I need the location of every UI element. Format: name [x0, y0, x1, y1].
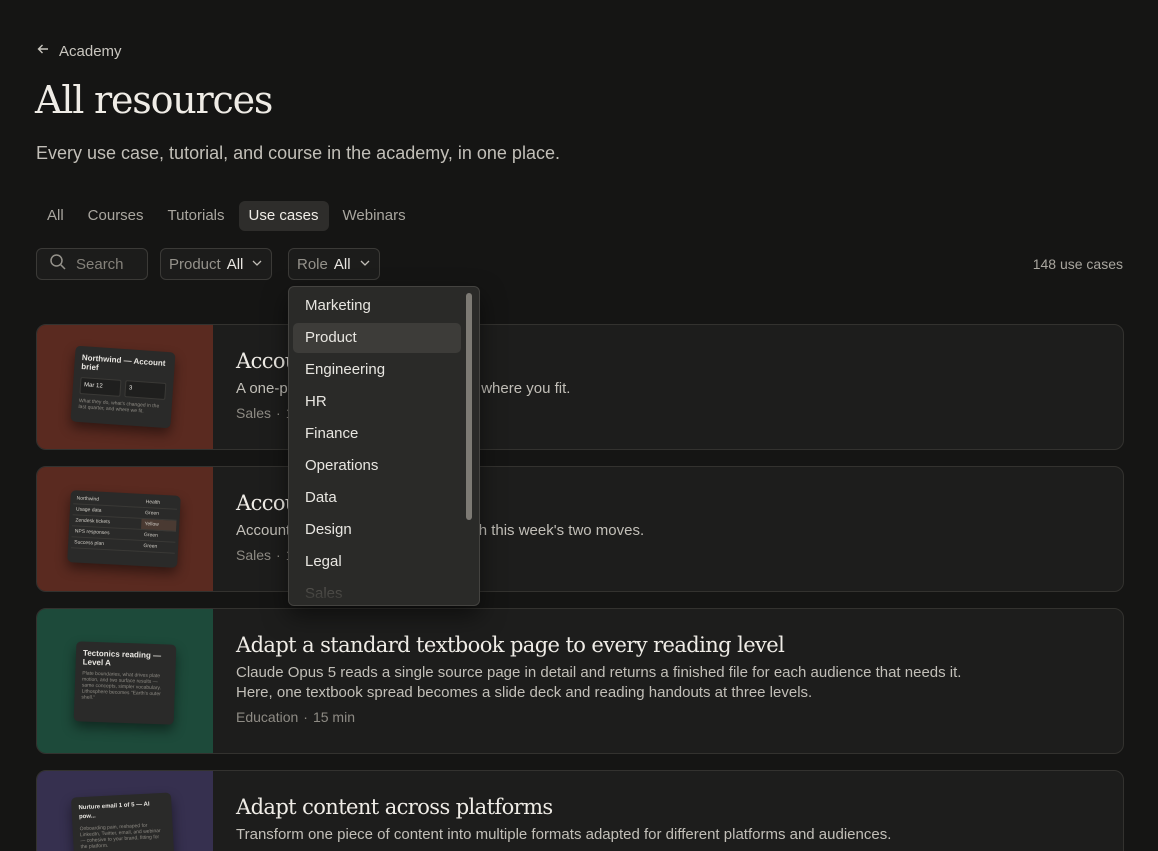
use-case-card[interactable]: Northwind Health Usage data Green Zendesk …	[36, 466, 1124, 592]
thumbnail-preview: Tectonics reading — Level A Plate bounda…	[73, 641, 177, 725]
page-title: All resources	[35, 78, 273, 122]
search-box[interactable]	[36, 248, 148, 280]
back-to-academy-link[interactable]: Academy	[36, 42, 122, 60]
card-title: Adapt content across platforms	[236, 795, 553, 819]
role-filter-value: All	[333, 255, 351, 273]
breadcrumb-label: Academy	[59, 42, 122, 60]
role-option-data[interactable]: Data	[293, 483, 461, 513]
role-dropdown-menu: Marketing Product Engineering HR Finance…	[288, 286, 480, 606]
thumbnail-table-preview: Northwind Health Usage data Green Zendesk …	[67, 490, 181, 568]
search-icon	[49, 253, 67, 276]
role-option-finance[interactable]: Finance	[293, 419, 461, 449]
result-count: 148 use cases	[1032, 256, 1123, 272]
dropdown-scrollbar[interactable]	[466, 293, 472, 520]
role-filter-label: Role	[297, 255, 328, 273]
role-option-operations[interactable]: Operations	[293, 451, 461, 481]
role-option-hr[interactable]: HR	[293, 387, 461, 417]
tab-all[interactable]: All	[37, 201, 74, 231]
tab-use-cases[interactable]: Use cases	[238, 201, 329, 231]
use-case-card[interactable]: Nurture email 1 of 5 — AI pow... Onboard…	[36, 770, 1124, 851]
card-meta: Education · 15 min	[236, 709, 355, 725]
role-option-engineering[interactable]: Engineering	[293, 355, 461, 385]
product-filter-value: All	[226, 255, 244, 273]
role-filter[interactable]: Role All	[288, 248, 380, 280]
card-thumbnail: Northwind — Account brief Mar 12 3 What …	[37, 325, 213, 449]
role-option-design[interactable]: Design	[293, 515, 461, 545]
chevron-down-icon	[249, 256, 263, 273]
thumbnail-preview: Northwind — Account brief Mar 12 3 What …	[70, 345, 176, 429]
thumbnail-preview: Nurture email 1 of 5 — AI pow... Onboard…	[70, 792, 176, 851]
card-description: Transform one piece of content into mult…	[236, 826, 892, 843]
card-title: Adapt a standard textbook page to every …	[236, 633, 785, 657]
role-option-product[interactable]: Product	[293, 323, 461, 353]
arrow-left-icon	[36, 42, 50, 60]
chevron-down-icon	[357, 256, 371, 273]
search-input[interactable]	[76, 255, 136, 273]
product-filter-label: Product	[169, 255, 221, 273]
product-filter[interactable]: Product All	[160, 248, 273, 280]
page-subtitle: Every use case, tutorial, and course in …	[36, 143, 560, 163]
role-option-legal[interactable]: Legal	[293, 547, 461, 577]
tab-tutorials[interactable]: Tutorials	[158, 201, 235, 231]
card-thumbnail: Northwind Health Usage data Green Zendesk …	[37, 467, 213, 591]
role-option-marketing[interactable]: Marketing	[293, 291, 461, 321]
tab-courses[interactable]: Courses	[78, 201, 154, 231]
role-option-sales[interactable]: Sales	[293, 579, 461, 605]
tab-webinars[interactable]: Webinars	[333, 201, 416, 231]
resource-tabs: All Courses Tutorials Use cases Webinars	[37, 201, 416, 231]
card-description: Claude Opus 5 reads a single source page…	[236, 664, 962, 701]
use-case-card[interactable]: Northwind — Account brief Mar 12 3 What …	[36, 324, 1124, 450]
card-thumbnail: Tectonics reading — Level A Plate bounda…	[37, 609, 213, 753]
card-thumbnail: Nurture email 1 of 5 — AI pow... Onboard…	[37, 771, 213, 851]
use-case-card[interactable]: Tectonics reading — Level A Plate bounda…	[36, 608, 1124, 754]
